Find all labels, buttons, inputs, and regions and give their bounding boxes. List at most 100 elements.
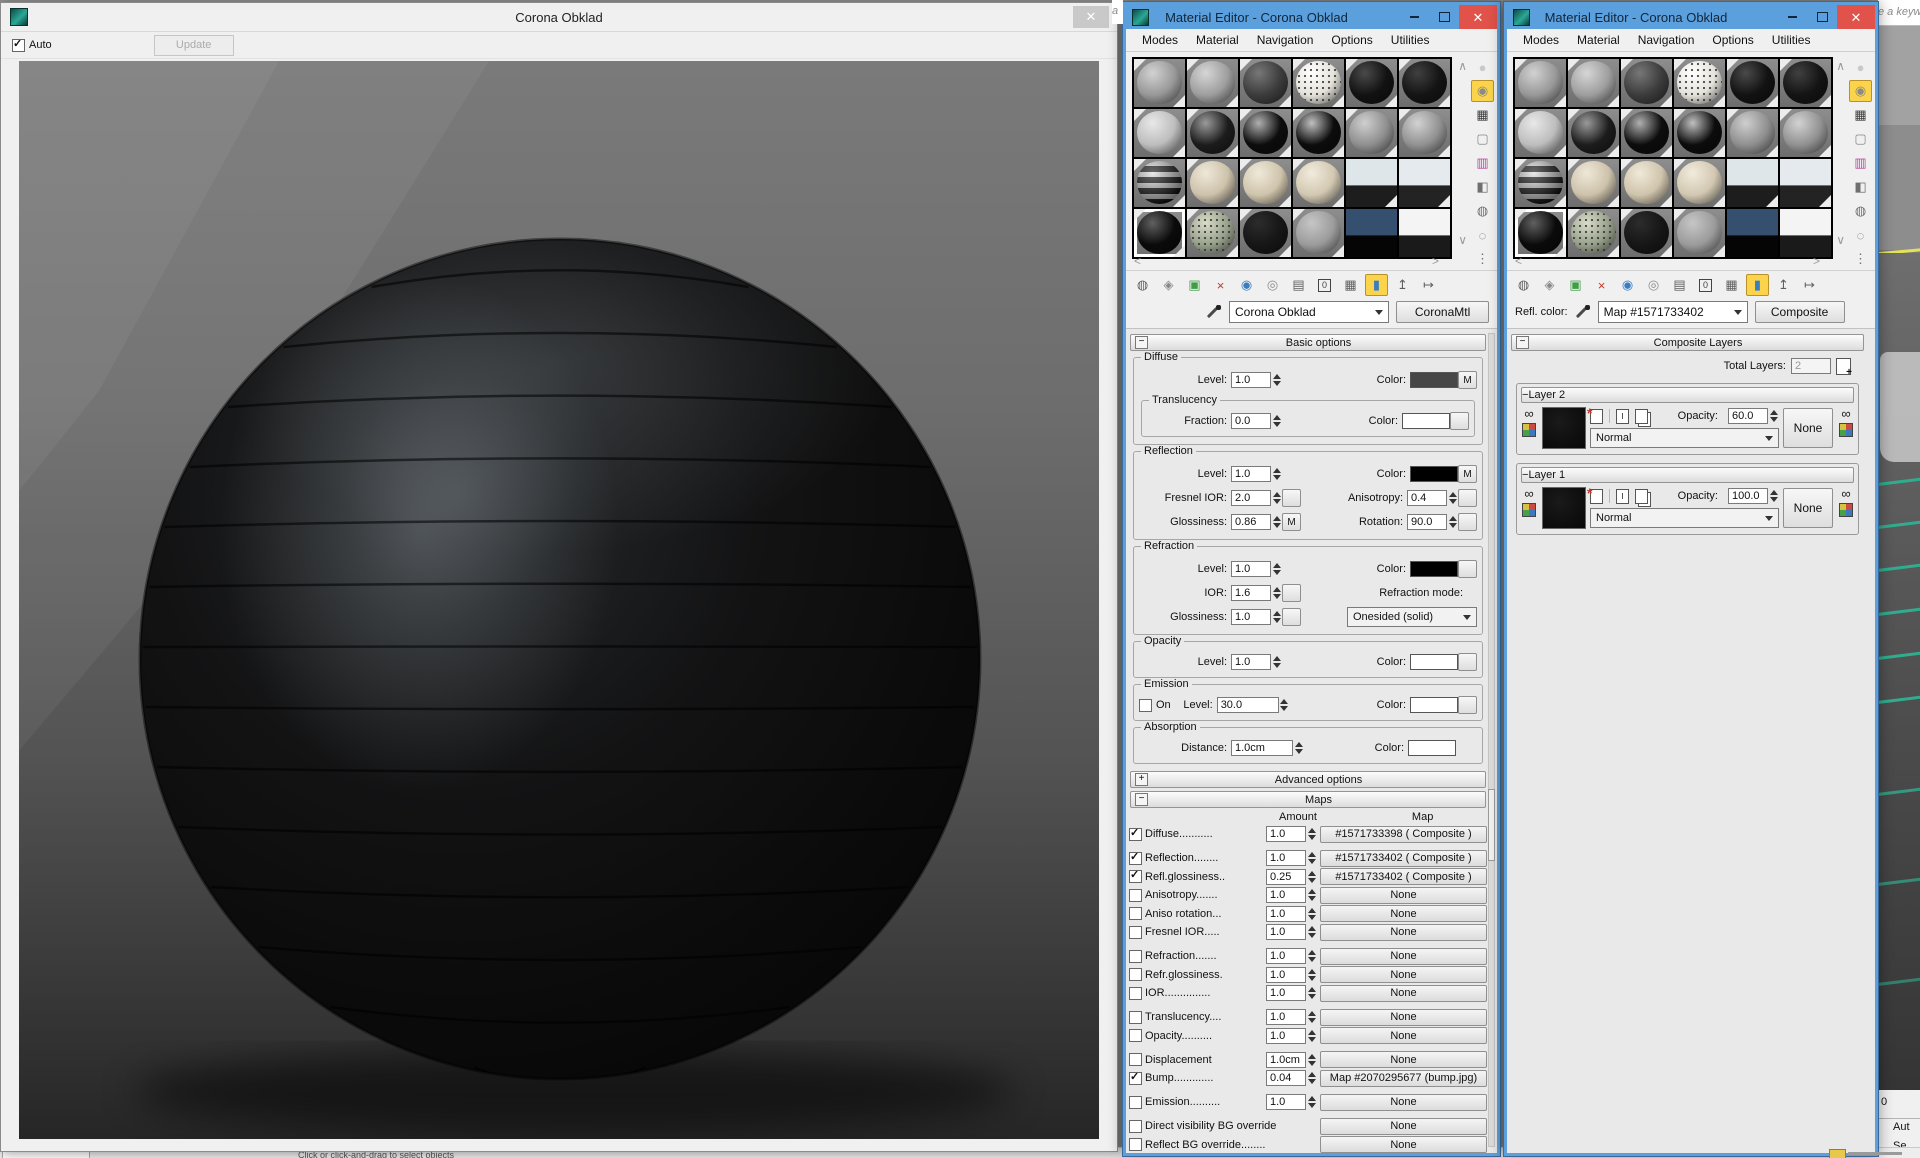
layer-visibility-icon[interactable]: ∞	[1524, 409, 1533, 419]
close-icon[interactable]: ✕	[1837, 5, 1875, 29]
maximize-icon[interactable]	[1429, 5, 1459, 29]
rollout-basic-options[interactable]: − Basic options	[1130, 334, 1486, 351]
material-sample-slot[interactable]	[1674, 159, 1725, 207]
absorption-distance-spinner[interactable]: 1.0cm	[1231, 740, 1304, 756]
glossiness-spinner[interactable]: 0.86	[1231, 514, 1282, 530]
material-sample-slot[interactable]	[1293, 109, 1344, 157]
material-sample-slot[interactable]	[1515, 59, 1566, 107]
fresnel-ior-spinner[interactable]: 2.0	[1231, 490, 1282, 506]
material-sample-slot[interactable]	[1515, 159, 1566, 207]
add-layer-icon[interactable]	[1836, 358, 1851, 375]
map-channel-checkbox[interactable]	[1129, 950, 1142, 963]
pick-material-icon[interactable]: ◌	[1471, 224, 1494, 246]
show-map-in-viewport-icon[interactable]: ▦	[1720, 274, 1743, 296]
layer-opacity-spinner[interactable]: 100.0	[1728, 488, 1779, 504]
material-sample-slot[interactable]	[1399, 59, 1450, 107]
magnify-icon[interactable]: ◉	[1471, 80, 1494, 102]
map-slot-button[interactable]: None	[1320, 924, 1487, 941]
material-sample-slot[interactable]	[1727, 59, 1778, 107]
background-icon[interactable]: ▦	[1471, 104, 1494, 126]
material-id-channel-icon[interactable]: 0	[1694, 274, 1717, 296]
material-sample-slot[interactable]	[1515, 209, 1566, 257]
titlebar[interactable]: Material Editor - Corona Obklad ✕	[1507, 5, 1875, 29]
material-sample-slot[interactable]	[1780, 109, 1831, 157]
sample-uv-tiling-icon[interactable]: ◧	[1849, 176, 1872, 198]
material-sample-slot[interactable]	[1240, 109, 1291, 157]
mask-visibility-icon[interactable]: ∞	[1841, 409, 1850, 419]
material-sample-slot[interactable]	[1727, 109, 1778, 157]
map-amount-spinner[interactable]: 1.0	[1266, 948, 1317, 964]
video-color-check-icon[interactable]: ▥	[1471, 152, 1494, 174]
put-to-library-icon[interactable]: ▤	[1287, 274, 1310, 296]
map-amount-spinner[interactable]: 1.0	[1266, 826, 1317, 842]
close-icon[interactable]: ✕	[1073, 6, 1109, 28]
rollout-advanced-options[interactable]: + Advanced options	[1130, 771, 1486, 788]
material-sample-slot[interactable]	[1187, 109, 1238, 157]
map-slot-button[interactable]: #1571733402 ( Composite )	[1320, 850, 1487, 867]
layer-mask-button[interactable]: None	[1783, 488, 1833, 528]
map-slot-button[interactable]: None	[1320, 966, 1487, 983]
map-channel-checkbox[interactable]	[1129, 907, 1142, 920]
map-channel-checkbox[interactable]	[1129, 1072, 1142, 1085]
menu-modes[interactable]: Modes	[1515, 31, 1567, 49]
opacity-level-spinner[interactable]: 1.0	[1231, 654, 1282, 670]
rotation-map-button[interactable]	[1458, 513, 1477, 531]
map-amount-spinner[interactable]: 1.0	[1266, 1009, 1317, 1025]
map-slot-button[interactable]: None	[1320, 1009, 1487, 1026]
refraction-glossiness-spinner[interactable]: 1.0	[1231, 609, 1282, 625]
rename-layer-icon[interactable]: I	[1616, 409, 1629, 424]
slots-scroll-left-icon[interactable]: <	[1515, 255, 1522, 267]
material-map-navigator-icon[interactable]: ⋮	[1471, 248, 1494, 270]
translucency-fraction-spinner[interactable]: 0.0	[1231, 413, 1282, 429]
material-sample-slot[interactable]	[1346, 59, 1397, 107]
translucency-color-map-button[interactable]	[1450, 412, 1469, 430]
material-id-channel-icon[interactable]: 0	[1313, 274, 1336, 296]
titlebar[interactable]: Material Editor - Corona Obklad ✕	[1126, 5, 1497, 29]
map-slot-button[interactable]: #1571733402 ( Composite )	[1320, 868, 1487, 885]
map-amount-spinner[interactable]: 1.0	[1266, 924, 1317, 940]
backlight-icon[interactable]: ▢	[1471, 128, 1494, 150]
material-sample-slot[interactable]	[1727, 159, 1778, 207]
anisotropy-map-button[interactable]	[1458, 489, 1477, 507]
map-slot-button[interactable]: None	[1320, 1118, 1487, 1135]
slots-scroll-up-icon[interactable]: ∧	[1836, 60, 1845, 72]
diffuse-level-spinner[interactable]: 1.0	[1231, 372, 1282, 388]
layer-mask-button[interactable]: None	[1783, 408, 1833, 448]
material-map-navigator-icon[interactable]: ⋮	[1849, 248, 1872, 270]
map-slot-button[interactable]: None	[1320, 948, 1487, 965]
glossiness-map-button[interactable]: M	[1282, 513, 1301, 531]
material-sample-slot[interactable]	[1399, 159, 1450, 207]
mask-color-correction-icon[interactable]	[1839, 503, 1853, 517]
map-slot-button[interactable]: None	[1320, 1027, 1487, 1044]
material-sample-slot[interactable]	[1134, 209, 1185, 257]
rollout-maps[interactable]: − Maps	[1130, 791, 1486, 808]
layer-thumbnail[interactable]	[1542, 407, 1586, 449]
get-material-icon[interactable]: ◍	[1512, 274, 1535, 296]
menu-material[interactable]: Material	[1569, 31, 1628, 49]
go-forward-to-sibling-icon[interactable]: ↦	[1417, 274, 1440, 296]
map-channel-checkbox[interactable]	[1129, 1029, 1142, 1042]
refraction-glossiness-map-button[interactable]	[1282, 608, 1301, 626]
material-sample-slot[interactable]	[1134, 109, 1185, 157]
map-channel-checkbox[interactable]	[1129, 852, 1142, 865]
delete-layer-icon[interactable]	[1590, 489, 1603, 504]
material-sample-slot[interactable]	[1674, 209, 1725, 257]
map-name-dropdown[interactable]: Map #1571733402	[1598, 301, 1748, 323]
go-to-parent-icon[interactable]: ↥	[1391, 274, 1414, 296]
auto-key-button[interactable]: Aut	[1893, 1121, 1910, 1133]
color-correction-icon[interactable]	[1522, 423, 1536, 437]
layer-rollout[interactable]: −Layer 2	[1521, 387, 1854, 403]
put-material-to-scene-icon[interactable]: ◈	[1157, 274, 1180, 296]
material-sample-slot[interactable]	[1346, 109, 1397, 157]
translucency-color-swatch[interactable]	[1402, 413, 1450, 429]
help-search-field[interactable]: e a keyword	[1878, 0, 1920, 26]
map-amount-spinner[interactable]: 1.0	[1266, 887, 1317, 903]
menu-navigation[interactable]: Navigation	[1249, 31, 1322, 49]
emission-color-map-button[interactable]	[1458, 696, 1477, 714]
layer-visibility-icon[interactable]: ∞	[1524, 489, 1533, 499]
map-amount-spinner[interactable]: 0.25	[1266, 869, 1317, 885]
material-sample-slot[interactable]	[1187, 209, 1238, 257]
material-sample-slot[interactable]	[1293, 209, 1344, 257]
duplicate-layer-icon[interactable]	[1635, 409, 1648, 424]
refraction-level-spinner[interactable]: 1.0	[1231, 561, 1282, 577]
